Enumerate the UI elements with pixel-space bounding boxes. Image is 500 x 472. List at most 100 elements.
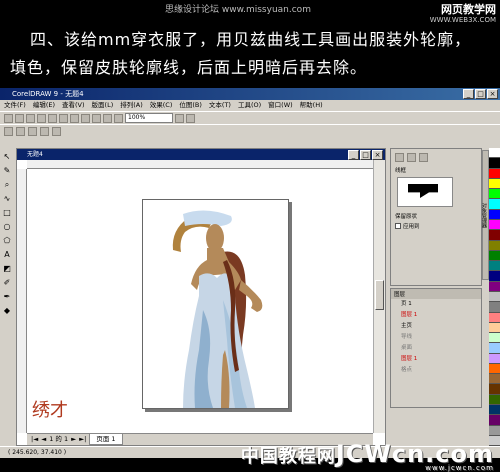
- palette-swatch[interactable]: [489, 148, 500, 159]
- document-title: 无题4: [27, 151, 43, 158]
- undo-icon[interactable]: [81, 113, 90, 123]
- menu-item-2[interactable]: 查看(V): [62, 100, 85, 111]
- menu-item-10[interactable]: 帮助(H): [300, 100, 323, 111]
- prev-page-icon[interactable]: ◄: [41, 434, 46, 445]
- layer-row[interactable]: 主页: [391, 321, 481, 332]
- palette-swatch[interactable]: [489, 384, 500, 395]
- palette-swatch[interactable]: [489, 178, 500, 190]
- rectangle-tool-icon[interactable]: □: [2, 208, 12, 218]
- drawing-page[interactable]: [142, 199, 289, 409]
- redo-icon[interactable]: [92, 113, 101, 123]
- new-icon[interactable]: [4, 113, 13, 123]
- prop-b-icon[interactable]: [16, 126, 25, 136]
- close-button[interactable]: ×: [487, 89, 498, 99]
- paste-icon[interactable]: [70, 113, 79, 123]
- interactive-tool-icon[interactable]: ◩: [2, 264, 12, 274]
- palette-swatch[interactable]: [489, 425, 500, 436]
- apply-checkbox[interactable]: [395, 223, 401, 229]
- palette-swatch[interactable]: [489, 405, 500, 416]
- palette-swatch[interactable]: [489, 312, 500, 323]
- palette-swatch[interactable]: [489, 343, 500, 354]
- palette-swatch[interactable]: [489, 415, 500, 426]
- ellipse-tool-icon[interactable]: ○: [2, 222, 12, 232]
- zoom-in-icon[interactable]: [175, 113, 184, 123]
- palette-swatch[interactable]: [489, 209, 500, 220]
- save-icon[interactable]: [26, 113, 35, 123]
- layer-row[interactable]: 图层 1: [391, 310, 481, 321]
- palette-swatch[interactable]: [489, 374, 500, 385]
- palette-swatch[interactable]: [489, 240, 500, 251]
- cut-icon[interactable]: [48, 113, 57, 123]
- polygon-tool-icon[interactable]: ⬠: [2, 236, 12, 246]
- palette-swatch[interactable]: [489, 219, 500, 231]
- palette-swatch[interactable]: [489, 158, 500, 169]
- vertical-scrollbar[interactable]: [373, 160, 385, 433]
- docker-btn-a[interactable]: [395, 153, 404, 162]
- watermark-bottom: 中国教程网JCWcn.com www.jcwcn.com: [241, 440, 494, 472]
- palette-swatch[interactable]: [489, 281, 500, 292]
- eyedropper-tool-icon[interactable]: ✐: [2, 278, 12, 288]
- last-page-icon[interactable]: ►|: [79, 434, 86, 445]
- doc-close-button[interactable]: ×: [372, 150, 383, 160]
- menu-item-7[interactable]: 文本(T): [209, 100, 231, 111]
- palette-swatch[interactable]: [489, 189, 500, 200]
- zoom-select[interactable]: 100%: [125, 113, 173, 123]
- open-icon[interactable]: [15, 113, 24, 123]
- doc-maximize-button[interactable]: □: [360, 150, 371, 160]
- vertical-ruler[interactable]: [17, 169, 27, 433]
- next-page-icon[interactable]: ►: [71, 434, 76, 445]
- menu-item-6[interactable]: 位图(B): [179, 100, 202, 111]
- layer-row[interactable]: 页 1: [391, 299, 481, 310]
- palette-swatch[interactable]: [489, 261, 500, 272]
- export-icon[interactable]: [114, 113, 123, 123]
- menu-item-4[interactable]: 排列(A): [120, 100, 143, 111]
- palette-swatch[interactable]: [489, 302, 500, 313]
- text-tool-icon[interactable]: A: [2, 250, 12, 260]
- menu-item-5[interactable]: 效果(C): [150, 100, 173, 111]
- scrollbar-thumb[interactable]: [375, 280, 384, 310]
- palette-swatch[interactable]: [489, 271, 500, 282]
- layer-row[interactable]: 桌面: [391, 343, 481, 354]
- docker-btn-c[interactable]: [419, 153, 428, 162]
- first-page-icon[interactable]: |◄: [31, 434, 38, 445]
- palette-swatch[interactable]: [489, 168, 500, 179]
- print-icon[interactable]: [37, 113, 46, 123]
- prop-d-icon[interactable]: [40, 126, 49, 136]
- menu-item-0[interactable]: 文件(F): [4, 100, 26, 111]
- palette-swatch[interactable]: [489, 394, 500, 406]
- import-icon[interactable]: [103, 113, 112, 123]
- maximize-button[interactable]: □: [475, 89, 486, 99]
- outline-tool-icon[interactable]: ✒: [2, 292, 12, 302]
- pick-tool-icon[interactable]: ↖: [2, 152, 12, 162]
- palette-swatch[interactable]: [489, 322, 500, 334]
- menu-item-9[interactable]: 窗口(W): [268, 100, 293, 111]
- horizontal-ruler[interactable]: [27, 160, 373, 169]
- layer-row[interactable]: 导线: [391, 332, 481, 343]
- menu-item-8[interactable]: 工具(O): [238, 100, 261, 111]
- palette-swatch[interactable]: [489, 291, 500, 303]
- prop-c-icon[interactable]: [28, 126, 37, 136]
- palette-swatch[interactable]: [489, 353, 500, 364]
- palette-swatch[interactable]: [489, 333, 500, 344]
- minimize-button[interactable]: _: [463, 89, 474, 99]
- freehand-tool-icon[interactable]: ∿: [2, 194, 12, 204]
- zoom-out-icon[interactable]: [186, 113, 195, 123]
- prop-a-icon[interactable]: [4, 126, 13, 136]
- layer-row[interactable]: 格点: [391, 365, 481, 376]
- docker-side-tab[interactable]: 对象管理器: [481, 150, 489, 280]
- fill-tool-icon[interactable]: ◆: [2, 306, 12, 316]
- palette-swatch[interactable]: [489, 363, 500, 375]
- copy-icon[interactable]: [59, 113, 68, 123]
- menu-item-1[interactable]: 编辑(E): [33, 100, 55, 111]
- docker-btn-b[interactable]: [407, 153, 416, 162]
- layer-row[interactable]: 图层 1: [391, 354, 481, 365]
- palette-swatch[interactable]: [489, 230, 500, 241]
- zoom-tool-icon[interactable]: ⌕: [2, 180, 12, 190]
- prop-e-icon[interactable]: [52, 126, 61, 136]
- shape-tool-icon[interactable]: ✎: [2, 166, 12, 176]
- palette-swatch[interactable]: [489, 250, 500, 262]
- page-tab[interactable]: 页面 1: [89, 434, 123, 445]
- menu-item-3[interactable]: 版面(L): [92, 100, 114, 111]
- palette-swatch[interactable]: [489, 199, 500, 210]
- doc-minimize-button[interactable]: _: [348, 150, 359, 160]
